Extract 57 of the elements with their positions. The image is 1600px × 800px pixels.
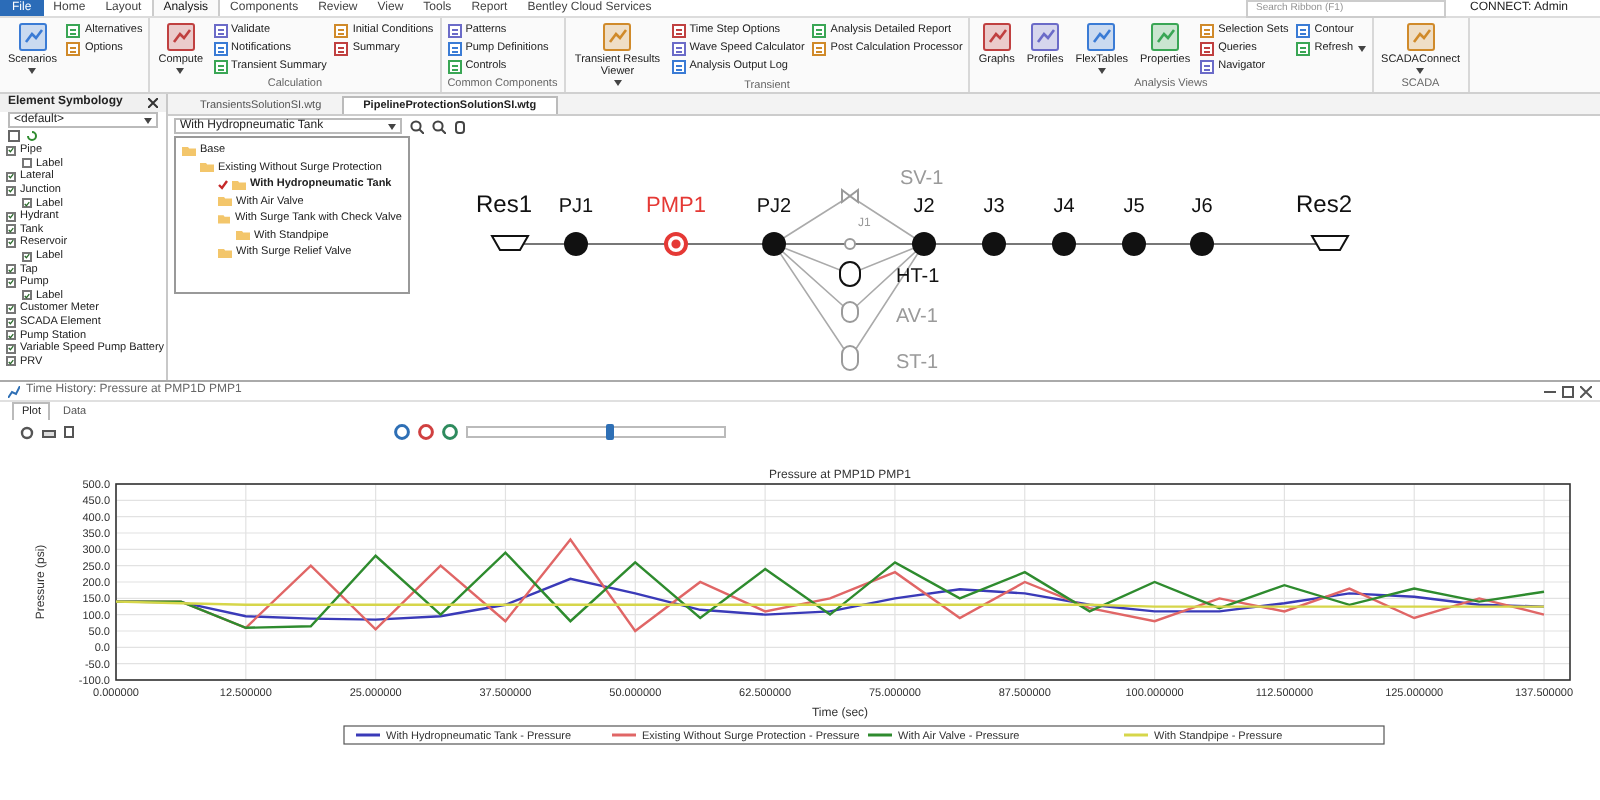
junction-node[interactable]: [762, 232, 786, 256]
close-icon[interactable]: [148, 98, 158, 108]
node-label: Res1: [476, 190, 532, 218]
slider-thumb[interactable]: [606, 424, 615, 440]
tank-node[interactable]: [839, 261, 861, 287]
close-icon[interactable]: [1580, 385, 1592, 397]
node-label: AV-1: [896, 306, 938, 328]
minimize-icon[interactable]: [1544, 385, 1556, 397]
node-label: J2: [913, 196, 935, 218]
checkbox[interactable]: [6, 317, 16, 328]
junction-node[interactable]: [1122, 232, 1146, 256]
checkbox[interactable]: [6, 171, 16, 182]
junction-node[interactable]: [912, 232, 936, 256]
junction-node[interactable]: [564, 232, 588, 256]
node-label: PJ2: [756, 196, 792, 218]
checkbox[interactable]: [6, 211, 16, 222]
node-label: J3: [983, 196, 1005, 218]
checkbox[interactable]: [6, 224, 16, 235]
junction-node[interactable]: [982, 232, 1006, 256]
valve-node[interactable]: [841, 188, 859, 204]
checkbox[interactable]: [6, 356, 16, 367]
junction-node[interactable]: [844, 238, 856, 250]
node-label: PMP1: [646, 194, 706, 218]
checkbox[interactable]: [22, 290, 32, 301]
zoom-in-icon[interactable]: [410, 119, 424, 133]
caret-icon: [388, 123, 396, 129]
checkbox[interactable]: [6, 303, 16, 314]
node-label: J5: [1123, 196, 1145, 218]
checkbox[interactable]: [6, 237, 16, 248]
checkbox[interactable]: [6, 277, 16, 288]
reservoir-node[interactable]: [1310, 235, 1350, 251]
junction-node[interactable]: [1190, 232, 1214, 256]
node-label: J6: [1191, 196, 1213, 218]
checkbox[interactable]: [6, 185, 16, 196]
checkbox[interactable]: [6, 343, 16, 354]
standpipe-node[interactable]: [841, 345, 859, 371]
chart-icon: [8, 385, 20, 397]
checkbox[interactable]: [22, 198, 32, 209]
pump-node[interactable]: [664, 232, 688, 256]
playback-slider[interactable]: [466, 426, 726, 438]
air-valve-node[interactable]: [841, 301, 859, 323]
checkbox[interactable]: [22, 251, 32, 262]
node-label: HT-1: [896, 266, 940, 288]
node-label: J4: [1053, 196, 1075, 218]
node-label: SV-1: [900, 168, 944, 190]
checkbox[interactable]: [6, 330, 16, 341]
junction-node[interactable]: [1052, 232, 1076, 256]
node-label: Res2: [1296, 190, 1352, 218]
checkbox[interactable]: [22, 158, 32, 169]
checkbox[interactable]: [6, 145, 16, 156]
reservoir-node[interactable]: [490, 235, 530, 251]
checkbox[interactable]: [6, 264, 16, 275]
refresh-icon[interactable]: [26, 130, 38, 142]
node-label: PJ1: [558, 196, 594, 218]
maximize-icon[interactable]: [1562, 385, 1574, 397]
caret-icon: [144, 117, 152, 123]
node-label: ST-1: [896, 352, 939, 374]
